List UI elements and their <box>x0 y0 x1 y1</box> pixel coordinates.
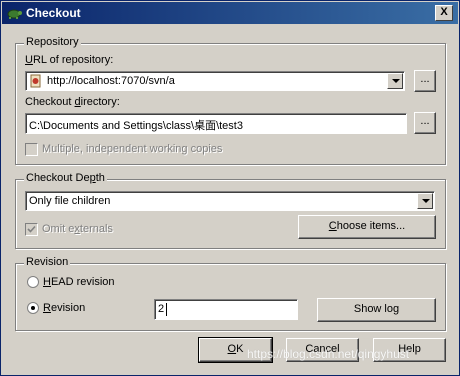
checkmark-icon <box>27 225 36 233</box>
repository-legend: Repository <box>24 36 81 48</box>
revision-radio[interactable] <box>27 302 39 314</box>
url-combo[interactable]: http://localhost:7070/svn/a <box>25 71 405 91</box>
dir-label: Checkout directory: <box>25 96 120 108</box>
url-label: URL of repository: <box>25 54 114 66</box>
revision-legend: Revision <box>24 256 71 268</box>
browse-dir-button[interactable]: ... <box>414 112 436 134</box>
window-title: Checkout <box>26 6 81 20</box>
depth-legend: Checkout Depth <box>24 172 107 184</box>
watermark: https://blog.csdn.net/qingyhust <box>247 347 410 361</box>
browse-url-button[interactable]: ... <box>414 70 436 92</box>
revision-value: 2 <box>158 303 165 315</box>
depth-value: Only file children <box>29 195 111 207</box>
close-icon: X <box>440 6 448 18</box>
chevron-down-icon[interactable] <box>417 193 433 209</box>
text-caret <box>166 303 167 316</box>
head-revision-radio[interactable] <box>27 276 39 288</box>
show-log-button[interactable]: Show log <box>317 298 436 322</box>
title-bar[interactable]: Checkout X <box>2 2 458 24</box>
dir-value: C:\Documents and Settings\class\桌面\test3 <box>29 120 243 132</box>
close-button[interactable]: X <box>435 5 453 21</box>
multiple-label: Multiple, independent working copies <box>42 143 223 155</box>
revision-input[interactable]: 2 <box>154 299 298 320</box>
dir-input[interactable]: C:\Documents and Settings\class\桌面\test3 <box>25 113 407 134</box>
choose-items-button[interactable]: Choose items... <box>298 215 436 239</box>
omit-externals-label: Omit externals <box>42 223 113 235</box>
chevron-down-icon[interactable] <box>387 73 403 89</box>
revision-label: Revision <box>43 302 86 314</box>
repo-icon <box>30 74 41 88</box>
turtle-icon <box>7 9 22 19</box>
omit-externals-checkbox[interactable] <box>25 223 38 236</box>
head-revision-label: HEAD revision <box>43 276 115 288</box>
url-value: http://localhost:7070/svn/a <box>47 75 175 87</box>
multiple-checkbox[interactable] <box>25 143 38 156</box>
checkout-dialog: Checkout X Repository URL of repository:… <box>0 0 460 376</box>
depth-select[interactable]: Only file children <box>25 191 435 211</box>
